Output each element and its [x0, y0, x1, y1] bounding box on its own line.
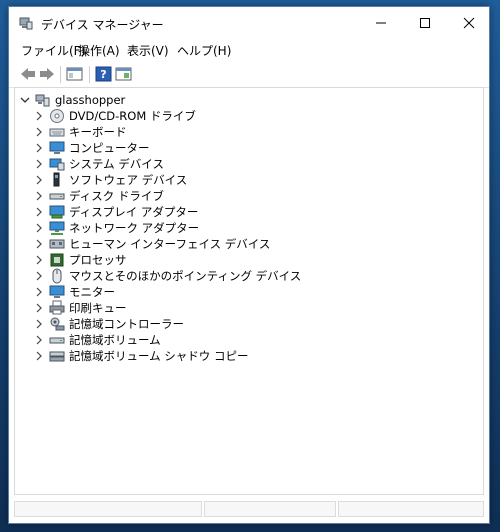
computer-root-icon [35, 92, 51, 108]
chevron-right-icon[interactable] [33, 204, 45, 220]
title-bar[interactable]: デバイス マネージャー [9, 7, 489, 39]
storage-volume-icon [49, 332, 65, 348]
toolbar: ? [9, 61, 489, 88]
printer-icon [49, 300, 65, 316]
tree-item-label: 記憶域ボリューム [69, 333, 161, 347]
chevron-right-icon[interactable] [33, 188, 45, 204]
device-manager-window: デバイス マネージャー ファイル(F) 操作(A) 表示(V) ヘルプ(H) ?… [8, 6, 490, 524]
tree-item-disk-drives[interactable]: ディスク ドライブ [33, 188, 164, 204]
tree-item-label: モニター [69, 285, 115, 299]
tree-item-processors[interactable]: プロセッサ [33, 252, 127, 268]
tree-item-label: 印刷キュー [69, 301, 127, 315]
status-bar [14, 499, 484, 519]
chevron-right-icon[interactable] [33, 252, 45, 268]
chevron-right-icon[interactable] [33, 332, 45, 348]
svg-text:?: ? [100, 68, 106, 81]
tree-item-label: ソフトウェア デバイス [69, 173, 188, 187]
menu-help[interactable]: ヘルプ(H) [177, 42, 231, 59]
tree-item-label: ヒューマン インターフェイス デバイス [69, 237, 271, 251]
chevron-right-icon[interactable] [33, 348, 45, 364]
tree-item-hid[interactable]: ヒューマン インターフェイス デバイス [33, 236, 270, 252]
tree-item-label: ディスク ドライブ [69, 189, 164, 203]
close-button[interactable] [447, 7, 491, 39]
chevron-right-icon[interactable] [33, 300, 45, 316]
network-adapter-icon [49, 220, 65, 236]
help-icon[interactable]: ? [95, 66, 113, 82]
tree-item-volume-shadow-copies[interactable]: 記憶域ボリューム シャドウ コピー [33, 348, 248, 364]
tree-item-label: システム デバイス [69, 157, 164, 171]
disk-drive-icon [49, 188, 65, 204]
chevron-right-icon[interactable] [33, 156, 45, 172]
device-manager-icon [19, 16, 33, 30]
chevron-right-icon[interactable] [33, 316, 45, 332]
chevron-right-icon[interactable] [33, 220, 45, 236]
chevron-down-icon[interactable] [19, 92, 31, 108]
tree-item-system-devices[interactable]: システム デバイス [33, 156, 164, 172]
mouse-icon [49, 268, 65, 284]
tree-item-storage-controllers[interactable]: 記憶域コントローラー [33, 316, 184, 332]
tree-item-label: プロセッサ [69, 253, 127, 267]
tree-item-dvd-drive[interactable]: DVD/CD-ROM ドライブ [33, 108, 196, 124]
system-device-icon [49, 156, 65, 172]
tree-item-keyboard[interactable]: キーボード [33, 124, 127, 140]
chevron-right-icon[interactable] [33, 108, 45, 124]
storage-controller-icon [49, 316, 65, 332]
chevron-right-icon[interactable] [33, 124, 45, 140]
minimize-button[interactable] [359, 7, 403, 39]
chevron-right-icon[interactable] [33, 284, 45, 300]
status-bar-pane [14, 501, 202, 517]
toolbar-separator [60, 66, 61, 83]
chevron-right-icon[interactable] [33, 236, 45, 252]
tree-item-storage-volumes[interactable]: 記憶域ボリューム [33, 332, 161, 348]
tree-item-label: DVD/CD-ROM ドライブ [69, 109, 196, 123]
tree-item-label: コンピューター [69, 141, 150, 155]
software-device-icon [49, 172, 65, 188]
keyboard-icon [49, 124, 65, 140]
hid-icon [49, 236, 65, 252]
shadow-copy-icon [49, 348, 65, 364]
tree-item-mice[interactable]: マウスとそのほかのポインティング デバイス [33, 268, 301, 284]
chevron-right-icon[interactable] [33, 140, 45, 156]
menu-bar: ファイル(F) 操作(A) 表示(V) ヘルプ(H) [9, 39, 489, 61]
tree-root-label: glasshopper [55, 93, 126, 107]
back-arrow-icon[interactable] [19, 66, 37, 82]
tree-item-network-adapters[interactable]: ネットワーク アダプター [33, 220, 199, 236]
maximize-button[interactable] [403, 7, 447, 39]
tree-root[interactable]: glasshopper [19, 92, 125, 108]
menu-file[interactable]: ファイル(F) [21, 42, 85, 59]
properties-pane-icon[interactable] [115, 66, 133, 82]
monitor-icon [49, 284, 65, 300]
tree-item-label: マウスとそのほかのポインティング デバイス [69, 269, 302, 283]
tree-item-display-adapters[interactable]: ディスプレイ アダプター [33, 204, 198, 220]
tree-item-label: ネットワーク アダプター [69, 221, 200, 235]
tree-item-software-devices[interactable]: ソフトウェア デバイス [33, 172, 187, 188]
computer-icon [49, 140, 65, 156]
tree-item-print-queues[interactable]: 印刷キュー [33, 300, 127, 316]
menu-view[interactable]: 表示(V) [127, 42, 169, 59]
status-bar-pane [338, 501, 484, 517]
toolbar-separator [89, 66, 90, 83]
forward-arrow-icon[interactable] [38, 66, 56, 82]
status-bar-pane [204, 501, 336, 517]
show-hide-console-tree-icon[interactable] [66, 66, 84, 82]
tree-item-label: 記憶域コントローラー [69, 317, 184, 331]
display-adapter-icon [49, 204, 65, 220]
window-title: デバイス マネージャー [41, 18, 164, 32]
tree-item-label: 記憶域ボリューム シャドウ コピー [69, 349, 249, 363]
device-tree: glasshopper DVD/CD-ROM ドライブ キーボード コンピュータ… [14, 87, 484, 495]
chevron-right-icon[interactable] [33, 172, 45, 188]
processor-icon [49, 252, 65, 268]
menu-action[interactable]: 操作(A) [78, 42, 120, 59]
tree-item-label: キーボード [69, 125, 127, 139]
tree-item-label: ディスプレイ アダプター [69, 205, 199, 219]
tree-item-computer[interactable]: コンピューター [33, 140, 150, 156]
chevron-right-icon[interactable] [33, 268, 45, 284]
tree-item-monitors[interactable]: モニター [33, 284, 115, 300]
dvd-drive-icon [49, 108, 65, 124]
